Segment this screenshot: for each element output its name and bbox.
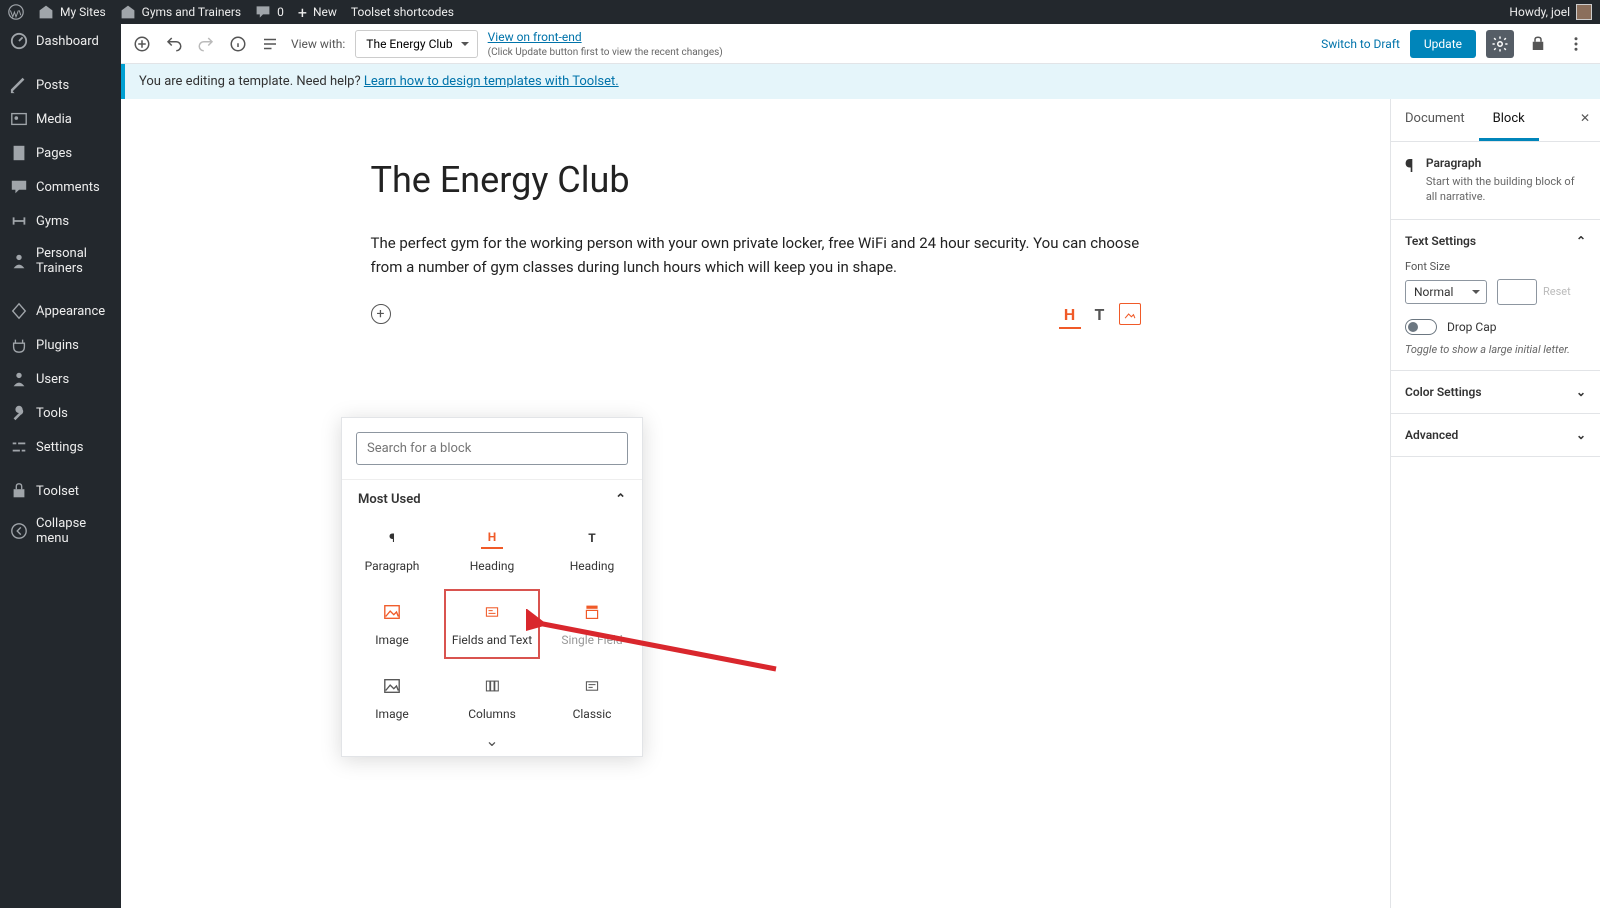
block-fields-and-text[interactable]: Fields and Text <box>442 587 542 661</box>
info-icon[interactable] <box>227 33 249 55</box>
sidebar-item-plugins[interactable]: Plugins <box>0 328 121 362</box>
redo-icon[interactable] <box>195 33 217 55</box>
drop-cap-hint: Toggle to show a large initial letter. <box>1405 343 1586 356</box>
single-field-icon <box>581 601 603 623</box>
search-input[interactable] <box>356 432 628 465</box>
sidebar-item-tools[interactable]: Tools <box>0 396 121 430</box>
heading-insert-icon[interactable]: H <box>1059 303 1081 325</box>
site-name-link[interactable]: Gyms and Trainers <box>120 4 241 20</box>
update-button[interactable]: Update <box>1410 30 1476 58</box>
sidebar-collapse[interactable]: Collapse menu <box>0 508 121 554</box>
reset-button[interactable]: Reset <box>1543 285 1571 298</box>
panel-color-settings[interactable]: Color Settings ⌄ <box>1405 385 1586 399</box>
add-block-button[interactable]: + <box>371 304 391 324</box>
block-classic[interactable]: Classic <box>542 661 642 729</box>
block-heading[interactable]: H Heading <box>442 513 542 587</box>
font-size-input[interactable] <box>1497 279 1537 305</box>
sidebar-item-dashboard[interactable]: Dashboard <box>0 24 121 58</box>
image-insert-icon[interactable] <box>1119 303 1141 325</box>
toolset-icon[interactable] <box>1524 30 1552 58</box>
view-with-label: View with: <box>291 37 345 51</box>
avatar <box>1576 4 1592 20</box>
fields-text-icon <box>481 601 503 623</box>
view-with-select[interactable]: The Energy Club <box>355 30 477 58</box>
chevron-up-icon: ⌃ <box>615 492 626 507</box>
new-link[interactable]: +New <box>298 3 337 22</box>
block-image-core[interactable]: Image <box>342 661 442 729</box>
more-icon[interactable] <box>1562 30 1590 58</box>
preview-link[interactable]: View on front-end <box>488 30 582 44</box>
my-sites-link[interactable]: My Sites <box>38 4 106 20</box>
panel-text-settings[interactable]: Text Settings ⌃ <box>1405 234 1586 248</box>
comments-link[interactable]: 0 <box>255 4 284 20</box>
template-notice: You are editing a template. Need help? L… <box>121 64 1600 99</box>
settings-icon[interactable] <box>1486 30 1514 58</box>
image-icon <box>381 601 403 623</box>
sidebar-item-settings[interactable]: Settings <box>0 430 121 464</box>
howdy-link[interactable]: Howdy, joel <box>1509 4 1592 20</box>
chevron-up-icon: ⌃ <box>1576 234 1586 248</box>
shortcodes-link[interactable]: Toolset shortcodes <box>351 5 454 19</box>
sidebar-item-comments[interactable]: Comments <box>0 170 121 204</box>
block-image[interactable]: Image <box>342 587 442 661</box>
sidebar-item-gyms[interactable]: Gyms <box>0 204 121 238</box>
drop-cap-label: Drop Cap <box>1447 320 1496 334</box>
tab-document[interactable]: Document <box>1391 99 1479 141</box>
sidebar-item-posts[interactable]: Posts <box>0 68 121 102</box>
sidebar-item-toolset[interactable]: Toolset <box>0 474 121 508</box>
columns-icon <box>481 675 503 697</box>
font-size-select[interactable]: Normal <box>1405 280 1487 304</box>
panel-advanced[interactable]: Advanced ⌄ <box>1405 428 1586 442</box>
switch-to-draft-button[interactable]: Switch to Draft <box>1321 37 1400 51</box>
block-desc: Start with the building block of all nar… <box>1426 174 1586 205</box>
outline-icon[interactable] <box>259 33 281 55</box>
sidebar-item-trainers[interactable]: Personal Trainers <box>0 238 121 284</box>
block-single-field[interactable]: Single Field <box>542 587 642 661</box>
block-columns[interactable]: Columns <box>442 661 542 729</box>
pilcrow-icon: ¶ <box>381 527 403 549</box>
block-type-label: Paragraph <box>1426 156 1586 170</box>
undo-icon[interactable] <box>163 33 185 55</box>
block-inserter-popover: Most Used ⌃ ¶ Paragraph H Heading <box>341 417 643 757</box>
pilcrow-icon: ¶ <box>1405 156 1414 205</box>
chevron-down-icon: ⌄ <box>1576 428 1586 442</box>
sidebar-item-appearance[interactable]: Appearance <box>0 294 121 328</box>
sidebar-item-users[interactable]: Users <box>0 362 121 396</box>
classic-icon <box>581 675 603 697</box>
heading-icon: H <box>481 527 503 549</box>
paragraph-block[interactable]: The perfect gym for the working person w… <box>371 231 1141 279</box>
add-block-icon[interactable] <box>131 33 153 55</box>
font-size-label: Font Size <box>1405 260 1586 273</box>
tab-block[interactable]: Block <box>1479 99 1539 141</box>
preview-sub: (Click Update button first to view the r… <box>488 47 723 58</box>
drop-cap-toggle[interactable] <box>1405 319 1437 335</box>
chevron-down-icon[interactable]: ⌄ <box>342 729 642 756</box>
text-insert-icon[interactable]: T <box>1089 303 1111 325</box>
close-icon[interactable]: ✕ <box>1570 99 1600 141</box>
block-heading-alt[interactable]: T Heading <box>542 513 642 587</box>
chevron-down-icon: ⌄ <box>1576 385 1586 399</box>
page-title[interactable]: The Energy Club <box>371 159 1141 201</box>
wp-logo[interactable] <box>8 4 24 20</box>
image-icon <box>381 675 403 697</box>
section-most-used[interactable]: Most Used ⌃ <box>342 480 642 513</box>
text-icon: T <box>581 527 603 549</box>
sidebar-item-media[interactable]: Media <box>0 102 121 136</box>
sidebar-item-pages[interactable]: Pages <box>0 136 121 170</box>
notice-link[interactable]: Learn how to design templates with Tools… <box>364 74 619 89</box>
block-paragraph[interactable]: ¶ Paragraph <box>342 513 442 587</box>
